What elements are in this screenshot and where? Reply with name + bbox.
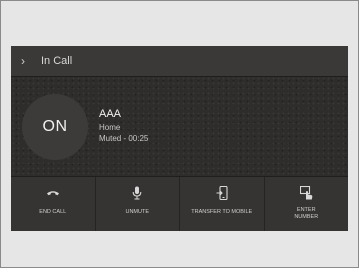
- call-actions-bar: END CALL UNMUTE TRANSFER TO MOBILE ENTER…: [11, 176, 348, 231]
- figure-frame: › In Call ON AAA Home Muted - 00:25 END …: [0, 0, 359, 268]
- call-status-timer: Muted - 00:25: [99, 134, 149, 143]
- end-call-icon: [46, 191, 59, 196]
- screen-title: In Call: [41, 55, 73, 67]
- call-status-indicator-label: ON: [42, 118, 68, 135]
- enter-number-label: ENTER NUMBER: [294, 207, 319, 220]
- in-call-screen: › In Call ON AAA Home Muted - 00:25 END …: [11, 46, 348, 231]
- transfer-to-mobile-button[interactable]: TRANSFER TO MOBILE: [180, 177, 265, 231]
- transfer-to-mobile-label: TRANSFER TO MOBILE: [191, 209, 253, 215]
- transfer-to-mobile-icon: [216, 186, 228, 200]
- unmute-label: UNMUTE: [125, 209, 150, 215]
- enter-number-button[interactable]: ENTER NUMBER: [265, 177, 349, 231]
- caller-name: AAA: [99, 108, 122, 120]
- microphone-icon: [132, 186, 142, 200]
- chevron-right-icon[interactable]: ›: [21, 54, 25, 68]
- screen-header[interactable]: › In Call: [11, 46, 348, 77]
- end-call-button[interactable]: END CALL: [11, 177, 96, 231]
- call-status-indicator: ON: [22, 94, 88, 160]
- end-call-label: END CALL: [39, 209, 67, 215]
- caller-number-type: Home: [99, 123, 121, 132]
- keypad-hand-icon: [299, 186, 313, 200]
- unmute-button[interactable]: UNMUTE: [96, 177, 180, 231]
